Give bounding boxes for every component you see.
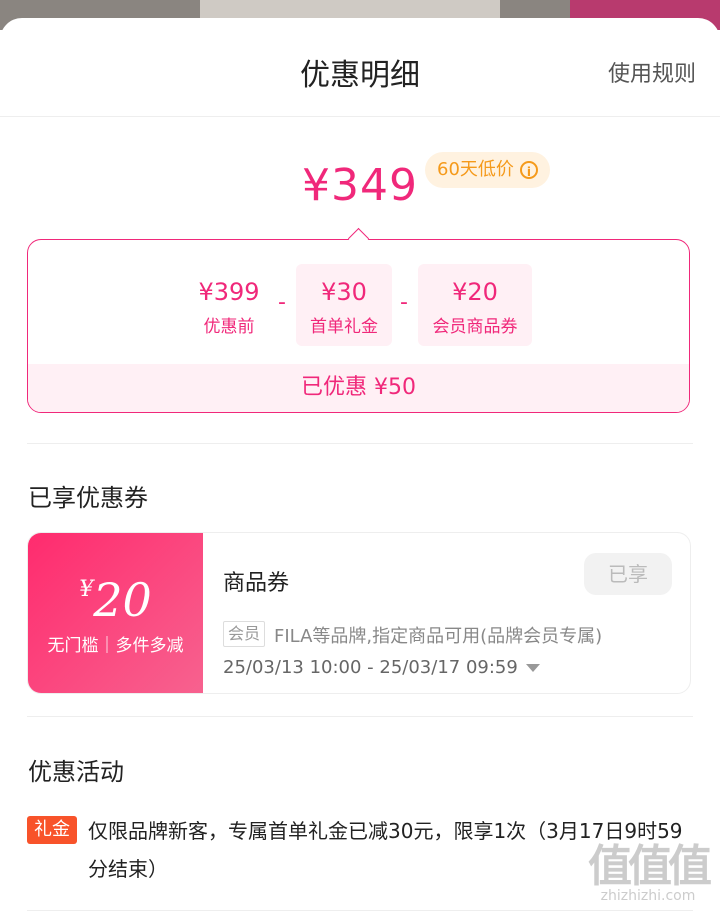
gift-money-tag: 礼金 [27, 816, 77, 844]
coupon-scallop-edge [197, 533, 209, 693]
divider [27, 443, 693, 444]
coupon-validity[interactable]: 25/03/13 10:00 - 25/03/17 09:59 [223, 657, 540, 678]
sheet-header: 优惠明细 使用规则 [0, 18, 720, 117]
coupon-amount-value: 20 [93, 573, 152, 627]
coupon-amount: ¥20 [28, 573, 203, 627]
coupon-name: 商品券 [223, 571, 290, 596]
first-order-gift-amount: ¥30 [321, 278, 367, 306]
low-price-label: 60天低价 [437, 159, 514, 180]
usage-rules-link[interactable]: 使用规则 [608, 56, 696, 88]
coupon-condition: 无门槛｜多件多减 [47, 636, 184, 656]
original-price-amount: ¥399 [198, 278, 260, 306]
price-breakdown-card: ¥399 优惠前 - ¥30 首单礼金 - ¥20 会员商品券 已优惠 ¥50 [27, 239, 690, 413]
divider [27, 716, 693, 717]
expand-arrow-icon[interactable] [525, 664, 540, 672]
activities-title: 优惠活动 [28, 758, 124, 786]
coupon-status-button[interactable]: 已享 [584, 553, 672, 595]
divider [27, 910, 693, 911]
member-coupon-item: ¥20 会员商品券 [418, 264, 532, 346]
minus-operator: - [400, 290, 408, 315]
watermark-logo: 值值值 [588, 841, 712, 892]
final-price: ¥349 [302, 160, 418, 211]
used-coupons-title: 已享优惠券 [28, 484, 148, 512]
first-order-gift-label: 首单礼金 [310, 317, 378, 337]
member-coupon-label: 会员商品券 [432, 317, 518, 337]
coupon-value-panel: ¥20 无门槛｜多件多减 [28, 533, 203, 693]
coupon-validity-text: 25/03/13 10:00 - 25/03/17 09:59 [223, 657, 518, 678]
coupon-description: FILA等品牌,指定商品可用(品牌会员专属) [274, 626, 603, 647]
info-icon[interactable]: i [519, 161, 538, 179]
coupon-currency: ¥ [79, 577, 94, 602]
minus-operator: - [278, 290, 286, 315]
first-order-gift-item: ¥30 首单礼金 [296, 264, 392, 346]
coupon-card[interactable]: ¥20 无门槛｜多件多减 商品券 已享 会员 FILA等品牌,指定商品可用(品牌… [27, 532, 691, 694]
total-discount: 已优惠 ¥50 [28, 364, 689, 412]
low-price-badge[interactable]: 60天低价 i [425, 152, 550, 188]
original-price-label: 优惠前 [203, 317, 255, 337]
original-price-item: ¥399 优惠前 [188, 264, 270, 346]
member-tag: 会员 [223, 621, 266, 647]
watermark: 值值值 zhizhizhi.com [588, 830, 712, 904]
watermark-site: zhizhizhi.com [600, 888, 696, 904]
member-coupon-amount: ¥20 [452, 278, 498, 306]
